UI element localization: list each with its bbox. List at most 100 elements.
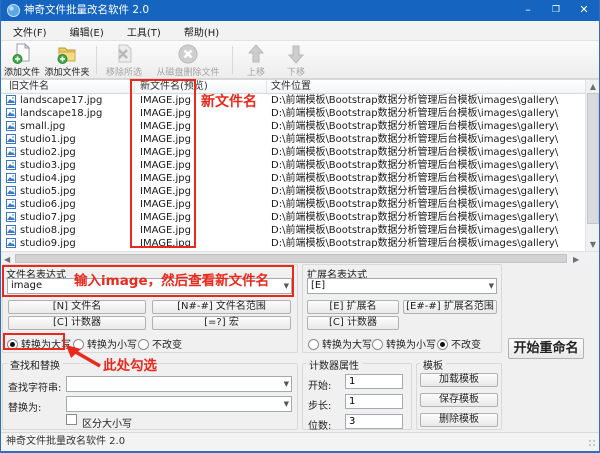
table-row[interactable]: studio2.jpg IMAGE.jpg D:\前端模板\Bootstrap数…	[1, 146, 585, 159]
counter-step-input[interactable]	[345, 394, 403, 409]
horizontal-scroll-thumb[interactable]	[15, 254, 567, 263]
old-filename-cell: studio9.jpg	[20, 237, 76, 250]
find-replace-title: 查找和替换	[7, 357, 63, 372]
column-header-old-name[interactable]: 旧文件名	[9, 80, 49, 94]
insert-name-range-button[interactable]: [N#-#] 文件名范围	[152, 300, 291, 314]
vertical-scroll-thumb[interactable]	[587, 93, 599, 224]
insert-ext-counter-button[interactable]: [C] 计数器	[307, 316, 399, 330]
file-path-cell: D:\前端模板\Bootstrap数据分析管理后台模板\images\galle…	[271, 198, 558, 211]
counter-digits-input[interactable]	[345, 414, 403, 429]
table-row[interactable]: studio4.jpg IMAGE.jpg D:\前端模板\Bootstrap数…	[1, 172, 585, 185]
old-filename-cell: studio6.jpg	[20, 198, 76, 211]
insert-name-button[interactable]: [N] 文件名	[8, 300, 146, 314]
old-filename-cell: landscape18.jpg	[20, 107, 102, 120]
replace-with-label: 替换为:	[8, 399, 41, 414]
old-filename-cell: landscape17.jpg	[20, 94, 102, 107]
remove-selected-icon	[114, 43, 134, 65]
load-template-button[interactable]: 加载模板	[420, 373, 498, 387]
old-filename-cell: studio1.jpg	[20, 133, 76, 146]
old-filename-cell: studio2.jpg	[20, 146, 76, 159]
maximize-button[interactable]: ❐	[542, 0, 570, 21]
old-filename-cell: studio3.jpg	[20, 159, 76, 172]
table-row[interactable]: studio8.jpg IMAGE.jpg D:\前端模板\Bootstrap数…	[1, 224, 585, 237]
app-logo-icon	[7, 4, 20, 17]
table-row[interactable]: small.jpg IMAGE.jpg D:\前端模板\Bootstrap数据分…	[1, 120, 585, 133]
chevron-down-icon[interactable]: ▼	[489, 279, 494, 293]
table-row[interactable]: studio1.jpg IMAGE.jpg D:\前端模板\Bootstrap数…	[1, 133, 585, 146]
extension-expression-input[interactable]: [E]▼	[307, 278, 497, 294]
add-file-icon	[12, 43, 32, 65]
new-filename-cell: IMAGE.jpg	[140, 146, 191, 159]
file-path-cell: D:\前端模板\Bootstrap数据分析管理后台模板\images\galle…	[271, 159, 558, 172]
new-filename-cell: IMAGE.jpg	[140, 198, 191, 211]
extension-nochange-radio[interactable]: 不改变	[437, 336, 481, 351]
scroll-down-icon[interactable]: ▼	[586, 240, 600, 249]
new-filename-cell: IMAGE.jpg	[140, 185, 191, 198]
counter-title: 计数器属性	[306, 357, 362, 372]
insert-macro-button[interactable]: [=?] 宏	[152, 316, 291, 330]
case-sensitive-label: 区分大小写	[82, 415, 132, 430]
chevron-down-icon[interactable]: ▼	[284, 397, 289, 411]
insert-extension-button[interactable]: [E] 扩展名	[307, 300, 399, 314]
table-row[interactable]: studio6.jpg IMAGE.jpg D:\前端模板\Bootstrap数…	[1, 198, 585, 211]
counter-digits-label: 位数:	[308, 417, 331, 432]
insert-extension-range-button[interactable]: [E#-#] 扩展名范围	[403, 300, 497, 314]
template-title: 模板	[420, 357, 446, 372]
extension-uppercase-radio[interactable]: 转换为大写	[308, 336, 372, 351]
status-text: 神奇文件批量改名软件 2.0	[6, 433, 125, 451]
chevron-down-icon[interactable]: ▼	[284, 279, 289, 293]
resize-grip[interactable]	[589, 440, 597, 448]
counter-step-label: 步长:	[308, 397, 331, 412]
new-filename-cell: IMAGE.jpg	[140, 94, 191, 107]
app-window: 神奇文件批量改名软件 2.0 – ❐ ✕ 文件(F) 编辑(E) 工具(T) 帮…	[0, 0, 600, 453]
add-folder-button[interactable]: 添加文件夹	[42, 43, 92, 78]
old-filename-cell: studio4.jpg	[20, 172, 76, 185]
new-filename-cell: IMAGE.jpg	[140, 107, 191, 120]
extension-lowercase-radio[interactable]: 转换为小写	[372, 336, 436, 351]
annotation-arrow-icon	[62, 343, 106, 369]
table-row[interactable]: landscape17.jpg IMAGE.jpg D:\前端模板\Bootst…	[1, 94, 585, 107]
delete-from-disk-button[interactable]: 从磁盘删除文件	[150, 43, 226, 78]
minimize-button[interactable]: –	[514, 0, 542, 21]
filename-nochange-radio[interactable]: 不改变	[138, 336, 182, 351]
find-string-input[interactable]: ▼	[66, 376, 292, 392]
scroll-left-icon[interactable]: ◀	[4, 255, 10, 264]
file-list-header: 旧文件名 新文件名(预览) 文件位置	[1, 80, 599, 94]
table-row[interactable]: studio3.jpg IMAGE.jpg D:\前端模板\Bootstrap数…	[1, 159, 585, 172]
file-path-cell: D:\前端模板\Bootstrap数据分析管理后台模板\images\galle…	[271, 146, 558, 159]
scroll-up-icon[interactable]: ▲	[586, 82, 600, 91]
table-row[interactable]: studio5.jpg IMAGE.jpg D:\前端模板\Bootstrap数…	[1, 185, 585, 198]
close-button[interactable]: ✕	[570, 0, 598, 21]
window-title: 神奇文件批量改名软件 2.0	[24, 0, 149, 21]
image-file-icon	[6, 238, 16, 251]
table-row[interactable]: studio9.jpg IMAGE.jpg D:\前端模板\Bootstrap数…	[1, 237, 585, 250]
file-path-cell: D:\前端模板\Bootstrap数据分析管理后台模板\images\galle…	[271, 107, 558, 120]
move-down-button[interactable]: 下移	[278, 43, 314, 78]
counter-start-input[interactable]	[345, 374, 403, 389]
horizontal-scrollbar[interactable]: ◀ ▶	[1, 251, 599, 264]
move-up-button[interactable]: 上移	[238, 43, 274, 78]
window-border	[0, 0, 1, 453]
remove-selected-button[interactable]: 移除所选	[100, 43, 148, 78]
insert-counter-button[interactable]: [C] 计数器	[8, 316, 146, 330]
chevron-down-icon[interactable]: ▼	[284, 377, 289, 391]
old-filename-cell: studio7.jpg	[20, 211, 76, 224]
file-path-cell: D:\前端模板\Bootstrap数据分析管理后台模板\images\galle…	[271, 120, 558, 133]
save-template-button[interactable]: 保存模板	[420, 393, 498, 407]
column-header-new-name[interactable]: 新文件名(预览)	[140, 80, 208, 94]
table-row[interactable]: landscape18.jpg IMAGE.jpg D:\前端模板\Bootst…	[1, 107, 585, 120]
start-rename-button[interactable]: 开始重命名	[508, 338, 584, 359]
table-row[interactable]: studio7.jpg IMAGE.jpg D:\前端模板\Bootstrap数…	[1, 211, 585, 224]
replace-with-input[interactable]: ▼	[66, 396, 292, 412]
old-filename-cell: studio5.jpg	[20, 185, 76, 198]
new-filename-cell: IMAGE.jpg	[140, 159, 191, 172]
vertical-scrollbar[interactable]: ▲ ▼	[585, 80, 599, 251]
menu-bar: 文件(F) 编辑(E) 工具(T) 帮助(H)	[0, 21, 600, 41]
annotation-input-hint: 输入image，然后查看新文件名	[74, 269, 269, 289]
add-files-button[interactable]: 添加文件	[2, 43, 42, 78]
scroll-right-icon[interactable]: ▶	[573, 255, 579, 264]
column-header-location[interactable]: 文件位置	[271, 80, 311, 94]
delete-template-button[interactable]: 删除模板	[420, 413, 498, 427]
case-sensitive-checkbox[interactable]	[66, 414, 77, 425]
file-path-cell: D:\前端模板\Bootstrap数据分析管理后台模板\images\galle…	[271, 94, 558, 107]
